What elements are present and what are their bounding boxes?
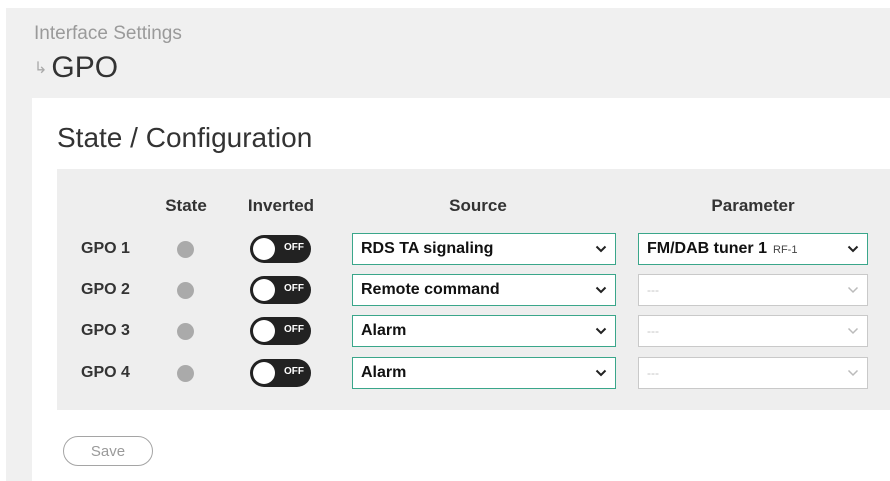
column-header-state: State bbox=[165, 196, 207, 215]
column-header-parameter: Parameter bbox=[711, 196, 795, 215]
toggle-knob bbox=[253, 238, 275, 260]
state-indicator-gpo-3 bbox=[177, 323, 194, 340]
page-title-text: GPO bbox=[51, 51, 119, 84]
source-select-gpo-1[interactable]: RDS TA signaling bbox=[352, 233, 616, 265]
source-value: Remote command bbox=[361, 281, 500, 298]
toggle-knob bbox=[253, 279, 275, 301]
source-select-gpo-4[interactable]: Alarm bbox=[352, 357, 616, 389]
toggle-knob bbox=[253, 320, 275, 342]
chevron-down-icon bbox=[847, 284, 859, 296]
state-indicator-gpo-2 bbox=[177, 282, 194, 299]
return-arrow-icon: ↳ bbox=[34, 60, 48, 77]
chevron-down-icon bbox=[847, 325, 859, 337]
parameter-placeholder: --- bbox=[647, 366, 659, 380]
column-header-inverted: Inverted bbox=[247, 196, 315, 215]
state-indicator-gpo-1 bbox=[177, 241, 194, 258]
save-button[interactable]: Save bbox=[63, 436, 153, 466]
inverted-toggle-gpo-4[interactable]: OFF bbox=[250, 359, 311, 387]
toggle-label: OFF bbox=[284, 242, 304, 253]
parameter-select-gpo-2[interactable]: --- bbox=[638, 274, 868, 306]
content-card: State / Configuration State Inverted Sou… bbox=[32, 98, 890, 481]
source-value: Alarm bbox=[361, 364, 407, 381]
parameter-placeholder: --- bbox=[647, 283, 659, 297]
toggle-label: OFF bbox=[284, 366, 304, 377]
inverted-toggle-gpo-1[interactable]: OFF bbox=[250, 235, 311, 263]
inverted-toggle-gpo-2[interactable]: OFF bbox=[250, 276, 311, 304]
parameter-select-gpo-4[interactable]: --- bbox=[638, 357, 868, 389]
chevron-down-icon bbox=[847, 243, 859, 255]
breadcrumb-parent[interactable]: Interface Settings bbox=[34, 23, 182, 45]
chevron-down-icon bbox=[595, 284, 607, 296]
chevron-down-icon bbox=[595, 325, 607, 337]
source-select-gpo-3[interactable]: Alarm bbox=[352, 315, 616, 347]
row-label-gpo-3: GPO 3 bbox=[81, 322, 130, 339]
toggle-label: OFF bbox=[284, 324, 304, 335]
chevron-down-icon bbox=[595, 367, 607, 379]
page-title: ↳ GPO bbox=[34, 51, 118, 85]
source-value: RDS TA signaling bbox=[361, 240, 494, 257]
parameter-select-gpo-1[interactable]: FM/DAB tuner 1 RF-1 bbox=[638, 233, 868, 265]
gpo-table: State Inverted Source Parameter GPO 1 OF… bbox=[57, 169, 890, 410]
toggle-label: OFF bbox=[284, 283, 304, 294]
row-label-gpo-2: GPO 2 bbox=[81, 281, 130, 298]
section-title: State / Configuration bbox=[57, 122, 313, 153]
source-value: Alarm bbox=[361, 322, 407, 339]
state-indicator-gpo-4 bbox=[177, 365, 194, 382]
source-select-gpo-2[interactable]: Remote command bbox=[352, 274, 616, 306]
chevron-down-icon bbox=[847, 367, 859, 379]
toggle-knob bbox=[253, 362, 275, 384]
row-label-gpo-4: GPO 4 bbox=[81, 364, 130, 381]
parameter-select-gpo-3[interactable]: --- bbox=[638, 315, 868, 347]
row-label-gpo-1: GPO 1 bbox=[81, 240, 130, 257]
page-frame: Interface Settings ↳ GPO State / Configu… bbox=[6, 8, 890, 481]
parameter-value: FM/DAB tuner 1 RF-1 bbox=[647, 240, 798, 257]
chevron-down-icon bbox=[595, 243, 607, 255]
column-header-source: Source bbox=[449, 196, 507, 215]
inverted-toggle-gpo-3[interactable]: OFF bbox=[250, 317, 311, 345]
parameter-placeholder: --- bbox=[647, 324, 659, 338]
